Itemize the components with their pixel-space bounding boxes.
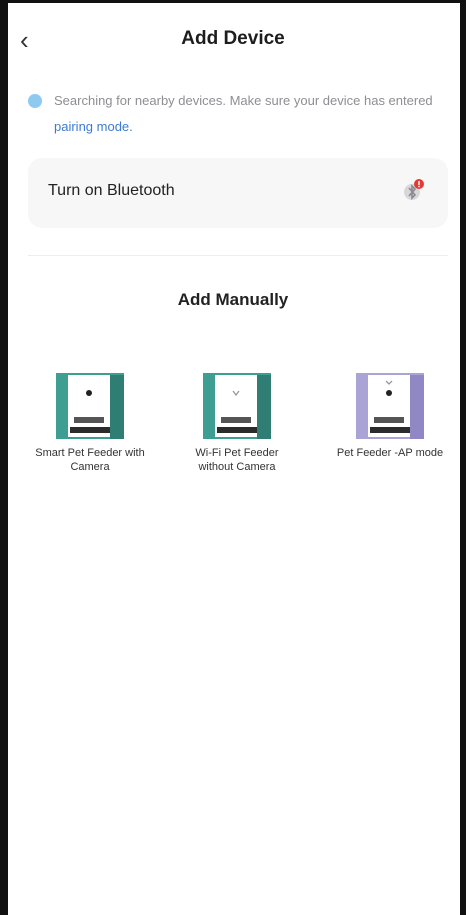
device-label: Wi-Fi Pet Feeder without Camera — [195, 447, 279, 473]
device-label: Smart Pet Feeder with Camera — [35, 447, 145, 473]
info-dot-icon — [28, 94, 42, 108]
device-wifi-pet-feeder[interactable]: Wi-Fi Pet Feeder without Camera — [182, 373, 292, 474]
header: ‹ Add Device — [0, 22, 466, 62]
divider — [28, 255, 448, 256]
pairing-mode-link[interactable]: pairing mode. — [54, 119, 133, 134]
bluetooth-alert-icon — [404, 179, 424, 200]
search-tip: Searching for nearby devices. Make sure … — [28, 88, 448, 140]
device-pet-feeder-ap-mode[interactable]: Pet Feeder -AP mode — [335, 373, 445, 460]
bluetooth-label: Turn on Bluetooth — [48, 182, 175, 199]
pet-feeder-icon — [56, 373, 124, 439]
device-smart-pet-feeder-camera[interactable]: Smart Pet Feeder with Camera — [35, 373, 145, 474]
bluetooth-card[interactable]: Turn on Bluetooth — [28, 158, 448, 228]
tip-text: Searching for nearby devices. Make sure … — [28, 88, 448, 140]
page-title: Add Device — [181, 28, 285, 49]
tip-message: Searching for nearby devices. Make sure … — [54, 93, 433, 108]
device-label: Pet Feeder -AP mode — [336, 447, 444, 459]
add-manually-title: Add Manually — [177, 290, 289, 309]
pet-feeder-icon — [356, 373, 424, 439]
pet-feeder-icon — [203, 373, 271, 439]
